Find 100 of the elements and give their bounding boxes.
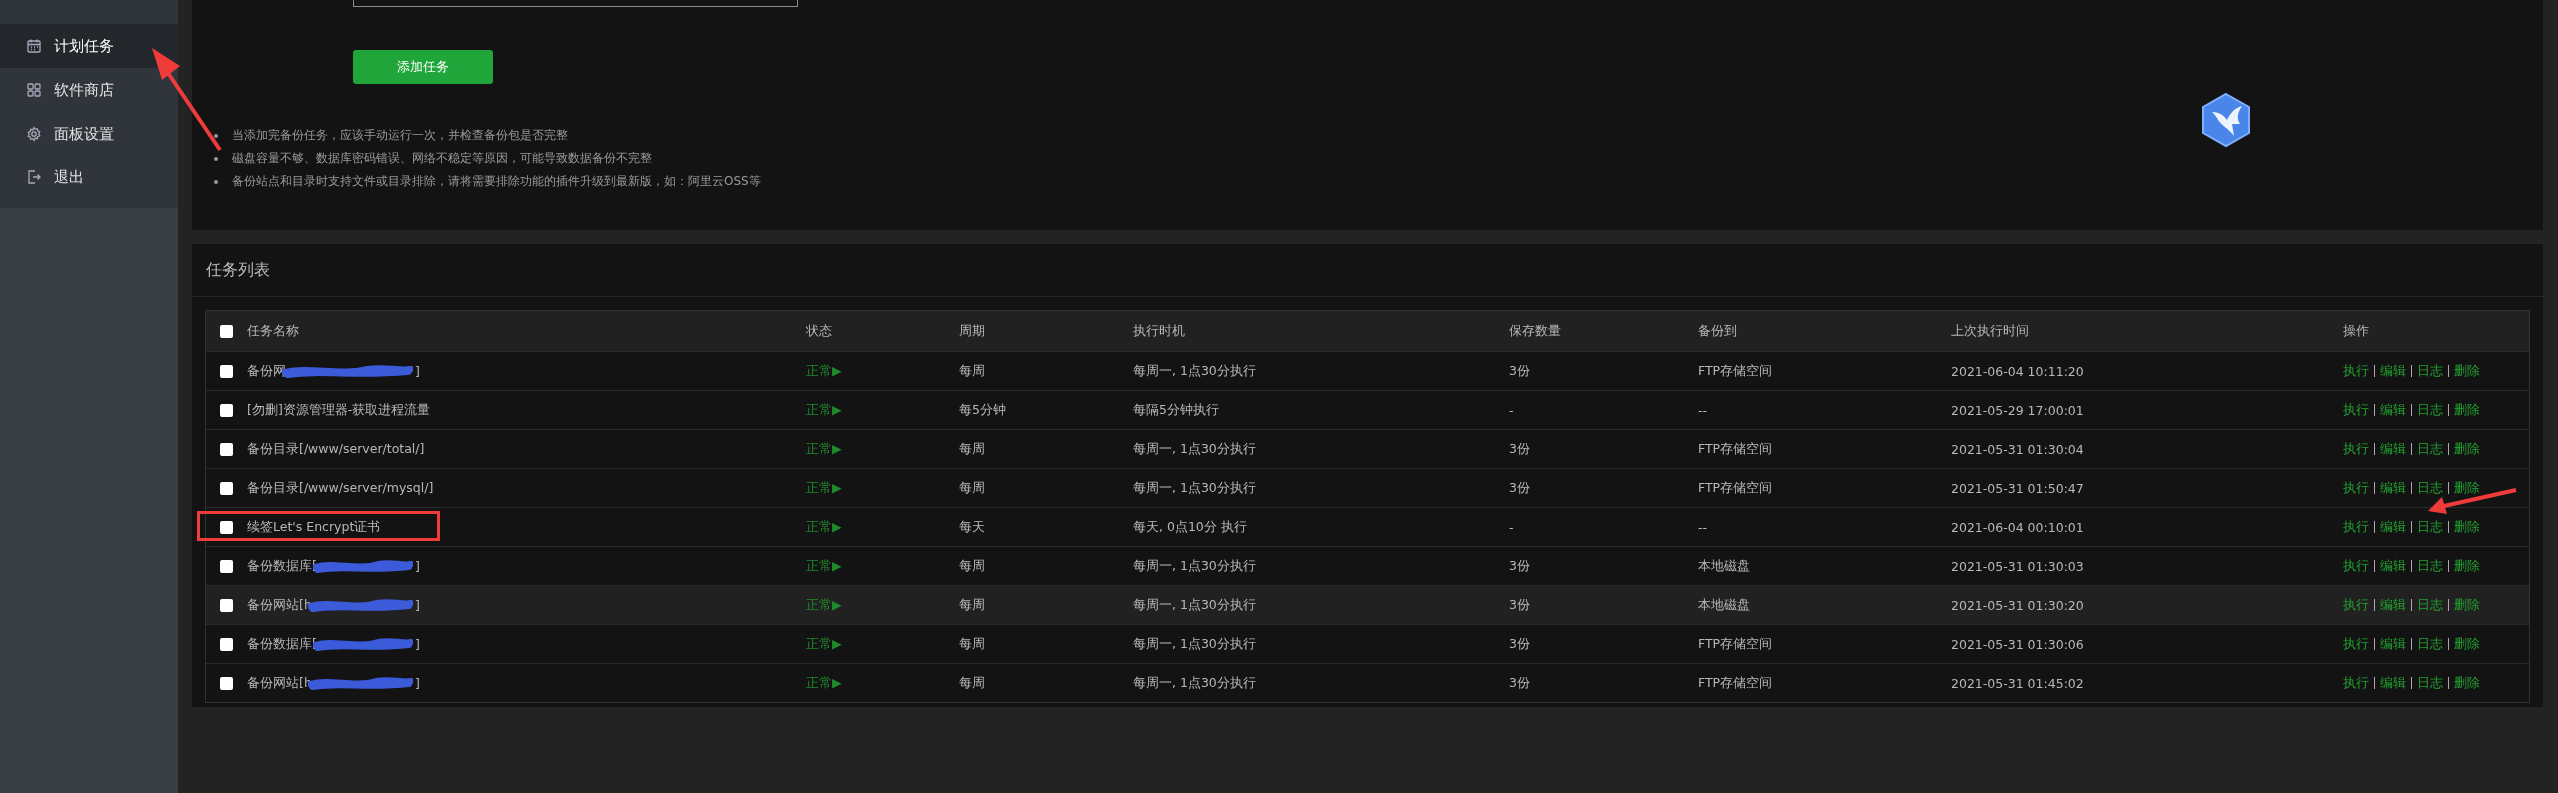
action-link[interactable]: 日志 — [2417, 479, 2443, 497]
task-name: 续签Let's Encrypt证书 — [247, 518, 381, 534]
action-link[interactable]: 编辑 — [2380, 401, 2406, 419]
table-cell: 3份 — [1509, 479, 1530, 497]
action-link[interactable]: 编辑 — [2380, 596, 2406, 614]
table-cell: 3份 — [1509, 557, 1530, 575]
table-cell: 每天 — [959, 518, 985, 536]
action-link[interactable]: 删除 — [2454, 401, 2480, 419]
table-cell: 2021-05-31 01:30:20 — [1951, 597, 2084, 613]
action-link[interactable]: 日志 — [2417, 401, 2443, 419]
action-link[interactable]: 删除 — [2454, 362, 2480, 380]
action-link[interactable]: 删除 — [2454, 596, 2480, 614]
column-header: 执行时机 — [1133, 322, 1185, 340]
action-link[interactable]: 执行 — [2343, 479, 2369, 497]
task-name: 备份目录[/www/server/mysql/] — [247, 479, 434, 495]
note-text: 磁盘容量不够、数据库密码错误、网络不稳定等原因，可能导致数据备份不完整 — [232, 150, 652, 167]
add-task-button[interactable]: 添加任务 — [353, 50, 493, 84]
column-header: 备份到 — [1698, 322, 1737, 340]
action-link[interactable]: 执行 — [2343, 635, 2369, 653]
action-link[interactable]: 日志 — [2417, 362, 2443, 380]
sidebar-item[interactable]: 计划任务 — [0, 24, 178, 68]
table-cell: 每周 — [959, 635, 985, 653]
sidebar-item[interactable]: 退出 — [0, 156, 178, 198]
table-cell: 2021-05-31 01:30:03 — [1951, 558, 2084, 574]
action-link[interactable]: 编辑 — [2380, 518, 2406, 536]
task-name: ] — [415, 636, 420, 652]
column-header: 状态 — [806, 322, 832, 340]
column-header: 任务名称 — [247, 322, 299, 340]
action-link[interactable]: 编辑 — [2380, 674, 2406, 692]
status-link[interactable]: 正常▶ — [806, 674, 842, 692]
table-cell: 每周 — [959, 362, 985, 380]
action-link[interactable]: 日志 — [2417, 557, 2443, 575]
table-cell: 每周一, 1点30分执行 — [1133, 635, 1256, 653]
note-text: 备份站点和目录时支持文件或目录排除，请将需要排除功能的插件升级到最新版，如：阿里云OSS等 — [232, 173, 761, 190]
table-cell: FTP存储空间 — [1698, 674, 1773, 692]
sidebar-item[interactable]: 面板设置 — [0, 112, 178, 156]
table-cell: 本地磁盘 — [1698, 557, 1750, 575]
table-cell: 每周 — [959, 674, 985, 692]
table-cell: 3份 — [1509, 635, 1530, 653]
action-link[interactable]: 删除 — [2454, 518, 2480, 536]
table-cell: 本地磁盘 — [1698, 596, 1750, 614]
action-link[interactable]: 执行 — [2343, 557, 2369, 575]
action-link[interactable]: 执行 — [2343, 440, 2369, 458]
table-cell: FTP存储空间 — [1698, 635, 1773, 653]
column-header: 周期 — [959, 322, 985, 340]
table-cell: 每周 — [959, 479, 985, 497]
status-link[interactable]: 正常▶ — [806, 557, 842, 575]
table-cell: 3份 — [1509, 440, 1530, 458]
task-name: 备份目录[/www/server/total/] — [247, 440, 425, 456]
action-link[interactable]: 执行 — [2343, 596, 2369, 614]
table-cell: 3份 — [1509, 362, 1530, 380]
action-link[interactable]: 执行 — [2343, 674, 2369, 692]
status-link[interactable]: 正常▶ — [806, 479, 842, 497]
action-link[interactable]: 删除 — [2454, 479, 2480, 497]
status-link[interactable]: 正常▶ — [806, 401, 842, 419]
status-link[interactable]: 正常▶ — [806, 440, 842, 458]
table-cell: -- — [1698, 402, 1708, 418]
table-cell: 每隔5分钟执行 — [1133, 401, 1219, 419]
table-cell: FTP存储空间 — [1698, 440, 1773, 458]
action-link[interactable]: 编辑 — [2380, 362, 2406, 380]
table-cell: 每5分钟 — [959, 401, 1006, 419]
panel-title: 任务列表 — [192, 244, 2543, 297]
sidebar-item[interactable]: 软件商店 — [0, 68, 178, 112]
action-link[interactable]: 删除 — [2454, 635, 2480, 653]
table-cell: 3份 — [1509, 674, 1530, 692]
table-cell: 2021-06-04 10:11:20 — [1951, 363, 2084, 379]
column-header: 上次执行时间 — [1951, 322, 2029, 340]
table-cell: 2021-06-04 00:10:01 — [1951, 519, 2084, 535]
table-cell: 3份 — [1509, 596, 1530, 614]
action-link[interactable]: 编辑 — [2380, 479, 2406, 497]
action-link[interactable]: 执行 — [2343, 518, 2369, 536]
action-link[interactable]: 编辑 — [2380, 440, 2406, 458]
action-link[interactable]: 编辑 — [2380, 557, 2406, 575]
action-link[interactable]: 执行 — [2343, 401, 2369, 419]
action-link[interactable]: 删除 — [2454, 557, 2480, 575]
column-header: 操作 — [2343, 322, 2369, 340]
table-cell: -- — [1698, 519, 1708, 535]
action-link[interactable]: 日志 — [2417, 440, 2443, 458]
action-link[interactable]: 日志 — [2417, 596, 2443, 614]
action-link[interactable]: 日志 — [2417, 518, 2443, 536]
table-cell: 每周一, 1点30分执行 — [1133, 362, 1256, 380]
table-cell: FTP存储空间 — [1698, 479, 1773, 497]
action-link[interactable]: 执行 — [2343, 362, 2369, 380]
status-link[interactable]: 正常▶ — [806, 518, 842, 536]
table-cell: 2021-05-31 01:30:06 — [1951, 636, 2084, 652]
table-cell: 每周 — [959, 596, 985, 614]
action-link[interactable]: 删除 — [2454, 674, 2480, 692]
table-cell: 每周一, 1点30分执行 — [1133, 674, 1256, 692]
action-link[interactable]: 日志 — [2417, 635, 2443, 653]
action-link[interactable]: 编辑 — [2380, 635, 2406, 653]
action-link[interactable]: 删除 — [2454, 440, 2480, 458]
status-link[interactable]: 正常▶ — [806, 362, 842, 380]
table-cell: 每周一, 1点30分执行 — [1133, 596, 1256, 614]
table-cell: 2021-05-29 17:00:01 — [1951, 402, 2084, 418]
status-link[interactable]: 正常▶ — [806, 635, 842, 653]
status-link[interactable]: 正常▶ — [806, 596, 842, 614]
column-header: 保存数量 — [1509, 322, 1561, 340]
table-cell: 每天, 0点10分 执行 — [1133, 518, 1247, 536]
action-link[interactable]: 日志 — [2417, 674, 2443, 692]
table-cell: 每周 — [959, 440, 985, 458]
